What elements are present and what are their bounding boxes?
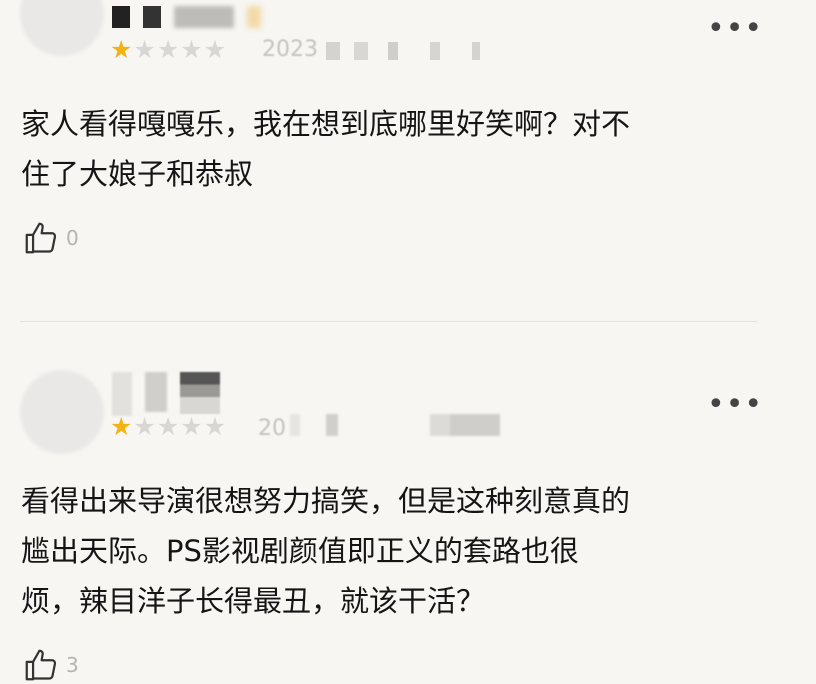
star-filled-icon: ★: [110, 35, 134, 64]
username-blurred[interactable]: [112, 6, 269, 32]
date-blurred: [326, 42, 506, 60]
star-rating: ★★★★★: [110, 37, 227, 62]
avatar[interactable]: [20, 0, 104, 56]
star-empty-icon: ★: [133, 35, 157, 64]
review-text: 看得出来导演很想努力搞笑，但是这种刻意真的 尴出天际。PS影视剧颜值即正义的套路…: [21, 484, 631, 618]
star-empty-icon: ★: [203, 412, 228, 441]
like-count: 3: [66, 653, 79, 677]
review-text: 家人看得嘎嘎乐，我在想到底哪里好笑啊？对不 住了大娘子和恭叔: [21, 107, 631, 191]
like-button[interactable]: 0: [22, 219, 79, 257]
like-button[interactable]: 3: [22, 646, 79, 684]
star-empty-icon: ★: [180, 35, 204, 64]
review-card: ★★★★★ 2023 ••• 家人看得嘎嘎乐，我在想到底哪里好笑啊？对不 住了大…: [0, 0, 816, 320]
more-options-icon[interactable]: •••: [707, 390, 763, 420]
star-empty-icon: ★: [133, 412, 157, 441]
username-blurred[interactable]: [112, 372, 228, 416]
star-rating: ★★★★★: [110, 414, 227, 439]
avatar[interactable]: [20, 370, 104, 454]
star-empty-icon: ★: [156, 412, 181, 441]
thumbs-up-icon: [25, 222, 57, 254]
review-card: ★★★★★ 20 ••• 看得出来导演很想努力搞笑，但是这种刻意真的 尴出天际。…: [0, 322, 816, 681]
date-blurred: [290, 414, 510, 436]
review-date: 2023: [262, 37, 318, 62]
star-empty-icon: ★: [180, 412, 204, 441]
like-count: 0: [66, 226, 79, 250]
more-options-icon[interactable]: •••: [707, 14, 763, 44]
star-empty-icon: ★: [156, 35, 181, 64]
thumbs-up-icon: [25, 649, 57, 681]
star-empty-icon: ★: [203, 35, 228, 64]
star-filled-icon: ★: [110, 412, 134, 441]
review-date: 20: [258, 416, 286, 441]
